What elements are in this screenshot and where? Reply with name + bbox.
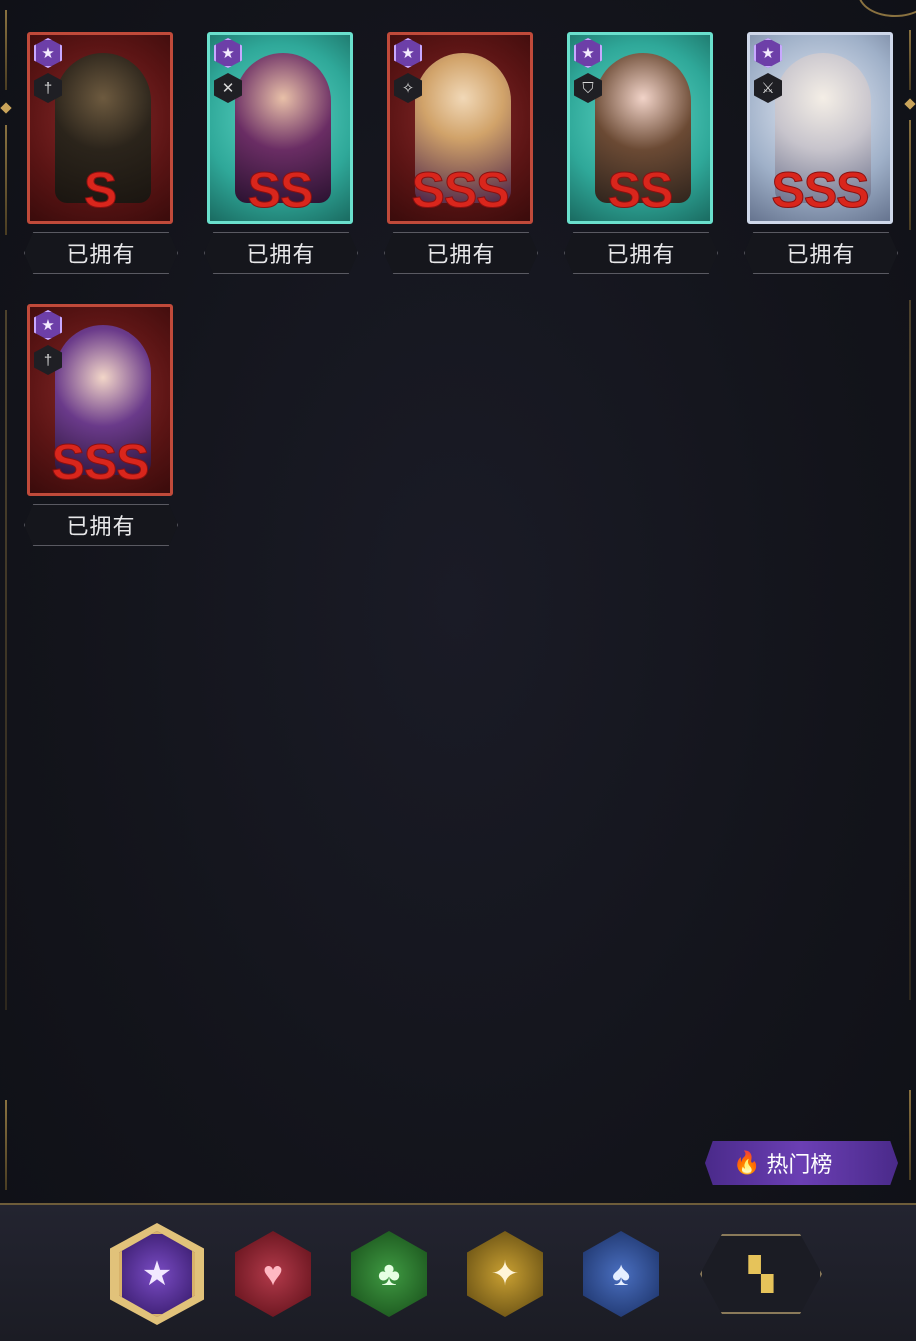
left-frame-ornament	[0, 10, 12, 1190]
owned-label: 已拥有	[204, 232, 358, 274]
card-frame: ★ † SSS	[27, 304, 173, 496]
hot-list-button[interactable]: 🔥 热门榜	[705, 1141, 898, 1185]
card-frame: ★ ⚔ SSS	[747, 32, 893, 224]
tab-grid[interactable]: ▚	[700, 1234, 822, 1314]
card-frame: ★ ⛉ SS	[567, 32, 713, 224]
grade-label: SSS	[51, 434, 150, 491]
grade-label: SSS	[771, 162, 870, 219]
owned-label: 已拥有	[24, 504, 178, 546]
grade-label: SSS	[411, 162, 510, 219]
card-frame: ★ † S	[27, 32, 173, 224]
bottom-tab-bar: ★ ♥ ♣ ✦ ♠ ▚	[0, 1203, 916, 1341]
spade-icon: ♠	[611, 1254, 631, 1293]
tab-spade[interactable]: ♠	[583, 1231, 659, 1317]
hot-list-label: 热门榜	[766, 1153, 833, 1178]
tab-heart[interactable]: ♥	[235, 1231, 311, 1317]
flame-icon: 🔥	[733, 1150, 761, 1176]
owned-label: 已拥有	[564, 232, 718, 274]
tab-club[interactable]: ♣	[351, 1231, 427, 1317]
grade-label: SS	[607, 162, 674, 219]
grade-label: SS	[247, 162, 314, 219]
card-frame: ★ ✕ SS	[207, 32, 353, 224]
right-frame-ornament	[858, 0, 916, 1180]
star-icon: ★	[394, 38, 422, 68]
star-icon: ★	[214, 38, 242, 68]
star-icon: ★	[574, 38, 602, 68]
heart-icon: ♥	[262, 1254, 284, 1293]
star-icon: ★	[141, 1255, 173, 1293]
star-icon: ★	[34, 38, 62, 68]
owned-label: 已拥有	[384, 232, 538, 274]
grid-icon: ▚	[748, 1256, 774, 1292]
club-icon: ♣	[377, 1254, 401, 1293]
star-icon: ★	[34, 310, 62, 340]
diamond-icon: ✦	[490, 1255, 520, 1293]
card-frame: ★ ✧ SSS	[387, 32, 533, 224]
owned-label: 已拥有	[744, 232, 898, 274]
tab-diamond[interactable]: ✦	[467, 1231, 543, 1317]
star-icon: ★	[754, 38, 782, 68]
owned-label: 已拥有	[24, 232, 178, 274]
grade-label: S	[83, 162, 117, 219]
